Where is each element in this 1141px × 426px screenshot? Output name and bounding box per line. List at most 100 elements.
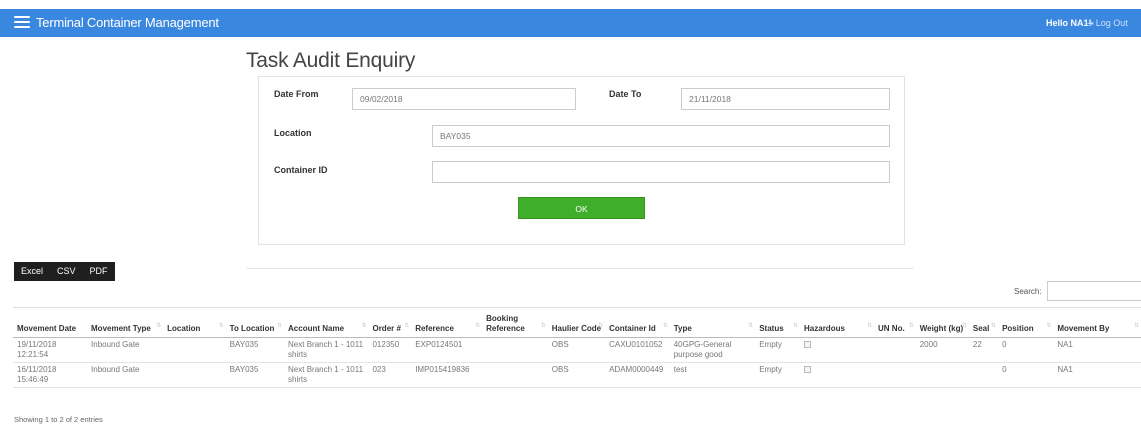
- cell-status: Empty: [755, 337, 801, 363]
- sort-icon: ⇅: [908, 323, 914, 329]
- sort-icon: ⇅: [218, 323, 224, 329]
- col-header-label: Location: [167, 324, 201, 333]
- sort-icon: ⇅: [961, 323, 967, 329]
- cell-container-id: ADAM0000449: [605, 362, 670, 388]
- cell-reference: IMP015419836: [411, 362, 483, 388]
- cell-reference: EXP0124501: [411, 337, 483, 363]
- location-label: Location: [274, 128, 312, 138]
- col-un-no[interactable]: UN No. ⇅: [874, 307, 916, 338]
- col-header-label: Seal: [972, 324, 990, 333]
- page-title: Task Audit Enquiry: [246, 49, 416, 72]
- csv-export-button[interactable]: CSV: [50, 262, 83, 281]
- sort-icon: ⇅: [540, 323, 546, 329]
- col-header-label: Movement Type: [91, 324, 151, 333]
- table-search-input[interactable]: [1047, 281, 1141, 301]
- sort-icon: ⇅: [867, 323, 873, 329]
- sort-icon: ⇅: [361, 323, 367, 329]
- col-haulier-code[interactable]: Haulier Code ⇅: [547, 307, 606, 338]
- date-to-label: Date To: [609, 89, 642, 99]
- col-booking-reference[interactable]: Booking Reference ⇅: [482, 307, 548, 338]
- ok-button[interactable]: OK: [518, 197, 645, 219]
- cell-account-name: Next Branch 1 - 1011 shirts: [284, 337, 369, 363]
- sort-icon: ⇅: [156, 323, 162, 329]
- sort-icon: ⇅: [277, 323, 283, 329]
- cell-seal: 22: [968, 337, 999, 363]
- col-header-label: Reference: [415, 324, 454, 333]
- cell-order-number: 023: [368, 362, 412, 388]
- col-order-number[interactable]: Order # ⇅: [368, 307, 412, 338]
- app-brand[interactable]: Terminal Container Management: [36, 15, 219, 30]
- col-movement-type[interactable]: Movement Type ⇅: [87, 307, 164, 338]
- col-account-name[interactable]: Account Name ⇅: [284, 307, 369, 338]
- table-row[interactable]: 19/11/2018 12:21:54 Inbound Gate BAY035 …: [13, 337, 1141, 363]
- cell-position: 0: [998, 337, 1054, 363]
- col-header-label: Account Name: [288, 324, 345, 333]
- cell-container-id: CAXU0101052: [605, 337, 670, 363]
- col-hazardous[interactable]: Hazardous ⇅: [800, 307, 875, 338]
- cell-hazardous: [800, 362, 875, 388]
- date-from-label: Date From: [274, 89, 319, 99]
- col-seal[interactable]: Seal ⇅: [968, 307, 999, 338]
- col-reference[interactable]: Reference ⇅: [411, 307, 483, 338]
- col-header-label: Order #: [372, 324, 401, 333]
- col-movement-by[interactable]: Movement By ⇅: [1053, 307, 1141, 338]
- cell-weight: 2000: [915, 337, 969, 363]
- col-type[interactable]: Type ⇅: [669, 307, 756, 338]
- col-header-label: Hazardous: [804, 324, 845, 333]
- cell-position: 0: [998, 362, 1054, 388]
- search-label: Search:: [1014, 287, 1042, 296]
- excel-export-button[interactable]: Excel: [14, 262, 50, 281]
- date-from-input[interactable]: 09/02/2018: [352, 88, 576, 110]
- cell-movement-type: Inbound Gate: [87, 362, 164, 388]
- col-header-label: Movement By: [1057, 324, 1110, 333]
- cell-un-no: [874, 337, 916, 363]
- cell-type: test: [669, 362, 756, 388]
- col-status[interactable]: Status ⇅: [755, 307, 801, 338]
- col-header-label: Container Id: [609, 324, 656, 333]
- table-header-row: Movement Date Movement Type ⇅ Location ⇅ T…: [13, 307, 1141, 338]
- col-movement-date[interactable]: Movement Date: [13, 307, 88, 338]
- cell-weight: [915, 362, 969, 388]
- cell-seal: [968, 362, 999, 388]
- cell-movement-date: 16/11/2018 15:46:49: [13, 362, 88, 388]
- cell-to-location: BAY035: [225, 337, 285, 363]
- cell-hazardous: [800, 337, 875, 363]
- section-divider: [246, 268, 914, 269]
- hamburger-menu-icon[interactable]: [14, 16, 30, 29]
- logout-link[interactable]: ⇥ Log Out: [1087, 18, 1128, 28]
- cell-movement-by: NA1: [1053, 362, 1141, 388]
- col-header-label: To Location: [229, 324, 275, 333]
- cell-movement-date: 19/11/2018 12:21:54: [13, 337, 88, 363]
- table-info-text: Showing 1 to 2 of 2 entries: [14, 415, 103, 424]
- pdf-export-button[interactable]: PDF: [83, 262, 115, 281]
- cell-booking-reference: [482, 337, 548, 363]
- table-row[interactable]: 16/11/2018 15:46:49 Inbound Gate BAY035 …: [13, 362, 1141, 388]
- export-buttons: Excel CSV PDF: [14, 262, 115, 281]
- col-header-label: Booking Reference: [486, 314, 525, 333]
- container-id-input[interactable]: [432, 161, 890, 183]
- cell-status: Empty: [755, 362, 801, 388]
- sort-icon: ⇅: [598, 323, 604, 329]
- col-header-label: Haulier Code: [551, 324, 602, 333]
- col-position[interactable]: Position ⇅: [998, 307, 1054, 338]
- col-weight[interactable]: Weight (kg) ⇅: [915, 307, 969, 338]
- col-container-id[interactable]: Container Id ⇅: [605, 307, 670, 338]
- cell-haulier-code: OBS: [547, 362, 606, 388]
- logout-label: Log Out: [1095, 18, 1128, 28]
- col-header-label: Position: [1002, 324, 1034, 333]
- date-to-input[interactable]: 21/11/2018: [681, 88, 890, 110]
- sort-icon: ⇅: [475, 323, 481, 329]
- cell-account-name: Next Branch 1 - 1011 shirts: [284, 362, 369, 388]
- container-id-label: Container ID: [274, 165, 328, 175]
- task-audit-table: Movement Date Movement Type ⇅ Location ⇅ T…: [13, 307, 1141, 388]
- sort-icon: ⇅: [1133, 323, 1139, 329]
- col-header-label: Status: [759, 324, 784, 333]
- col-location[interactable]: Location ⇅: [163, 307, 226, 338]
- cell-type: 40GPG-General purpose good: [669, 337, 756, 363]
- cell-un-no: [874, 362, 916, 388]
- cell-haulier-code: OBS: [547, 337, 606, 363]
- col-to-location[interactable]: To Location ⇅: [225, 307, 285, 338]
- cell-location: [163, 337, 226, 363]
- location-input[interactable]: BAY035: [432, 125, 890, 147]
- sort-icon: ⇅: [404, 323, 410, 329]
